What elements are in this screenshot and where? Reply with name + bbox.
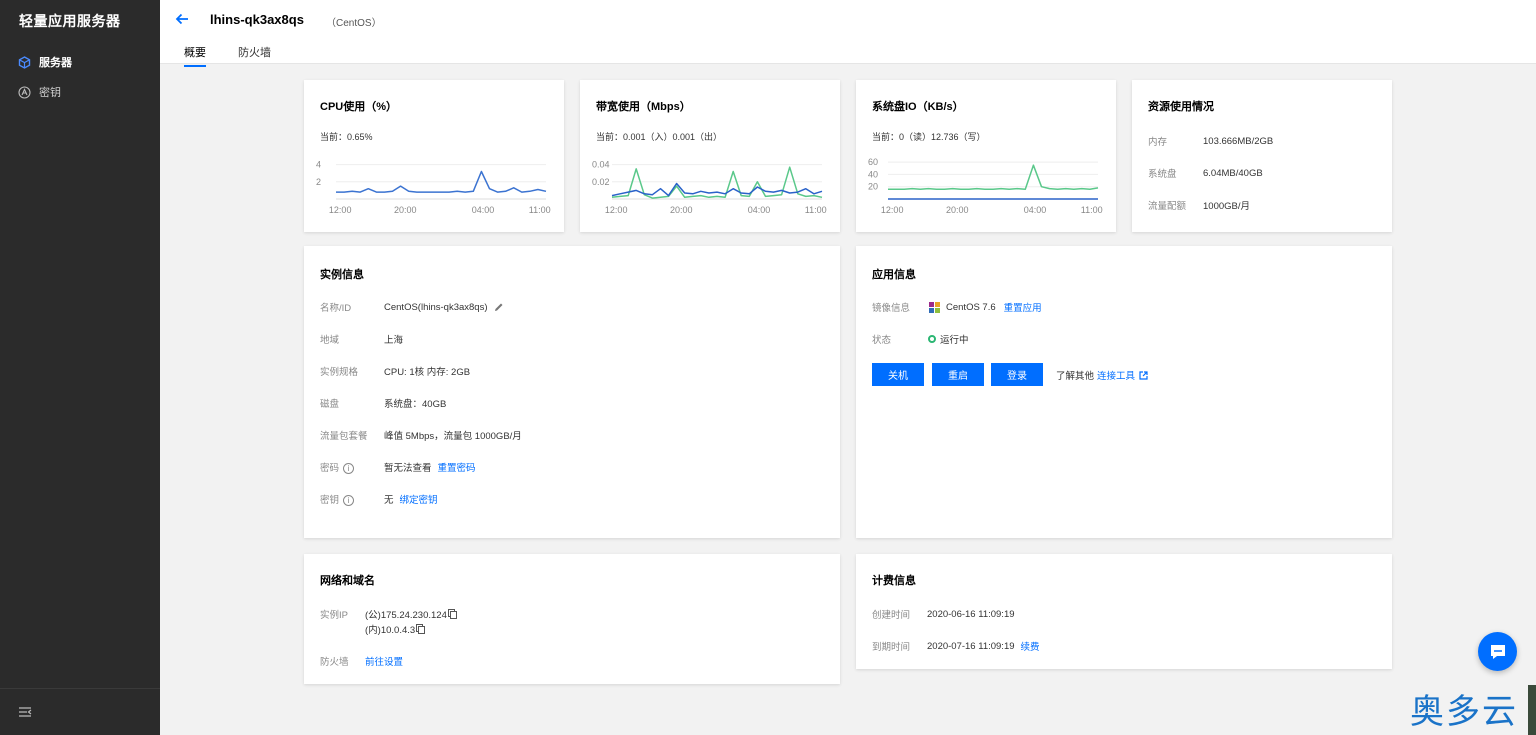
firewall-settings-link[interactable]: 前往设置	[365, 654, 403, 668]
app-row-image: 镜像信息 CentOS 7.6 重置应用	[872, 300, 1042, 314]
x-tick-label: 12:00	[881, 205, 904, 215]
diskio-line-chart: 60 40 20 12:00 20:00 04:00 11:00	[868, 157, 1103, 215]
x-tick-label: 04:00	[1024, 205, 1047, 215]
y-tick-label: 2	[316, 177, 321, 187]
sidebar-item-label: 密钥	[39, 87, 61, 99]
x-tick-label: 11:00	[805, 205, 827, 215]
x-tick-label: 12:00	[605, 205, 628, 215]
chat-bubble-icon	[1489, 643, 1507, 661]
reset-app-link[interactable]: 重置应用	[1004, 300, 1042, 314]
x-tick-label: 20:00	[394, 205, 417, 215]
x-tick-label: 20:00	[670, 205, 693, 215]
x-tick-label: 12:00	[329, 205, 352, 215]
key-icon	[18, 85, 31, 99]
shutdown-button[interactable]: 关机	[872, 363, 924, 386]
connect-tools-link[interactable]: 连接工具	[1097, 368, 1135, 382]
instance-info-card: 实例信息 名称/ID CentOS(lhins-qk3ax8qs) 地域 上海 实例…	[304, 246, 840, 538]
disk-io-card: 系统盘IO（KB/s） 当前：0（读）12.736（写） 60 40 20 12:00…	[856, 80, 1116, 232]
copy-icon[interactable]	[416, 624, 426, 634]
series-line-1	[611, 182, 823, 197]
restart-button[interactable]: 重启	[932, 363, 984, 386]
tab-overview[interactable]: 概要	[184, 44, 206, 67]
cpu-current: 当前：0.65%	[320, 132, 373, 142]
network-row-firewall: 防火墙 前往设置	[320, 654, 403, 668]
back-arrow-icon[interactable]	[174, 11, 190, 27]
sidebar-item-servers[interactable]: 服务器	[18, 53, 72, 71]
watermark-logo: 奥多云	[1410, 692, 1518, 732]
centos-logo-icon	[928, 301, 941, 314]
status-running-icon	[928, 335, 936, 343]
reset-password-link[interactable]: 重置密码	[438, 460, 476, 474]
resource-usage-card: 资源使用情况 内存 103.666MB/2GB 系统盘 6.04MB/40GB 流量…	[1132, 80, 1392, 232]
instance-os-label: （CentOS）	[326, 18, 382, 29]
x-tick-label: 11:00	[529, 205, 551, 215]
network-card-title: 网络和域名	[320, 575, 375, 587]
collapse-menu-icon[interactable]	[18, 705, 32, 719]
connect-tools: 了解其他 连接工具	[1056, 368, 1148, 382]
y-tick-label: 40	[868, 169, 878, 179]
app-row-status: 状态 运行中	[872, 332, 969, 346]
cpu-usage-card: CPU使用（%） 当前：0.65% 4 2 12:00 20:00 04:00 11:00	[304, 80, 564, 232]
sidebar-item-label: 服务器	[39, 57, 72, 69]
instance-row-password: 密码 i 暂无法查看 重置密码	[320, 460, 476, 474]
instance-row-disk: 磁盘 系统盘：40GB	[320, 399, 447, 410]
app-card-title: 应用信息	[872, 269, 916, 281]
bind-key-link[interactable]: 绑定密钥	[400, 492, 438, 506]
billing-row-created: 创建时间 2020-06-16 11:09:19	[872, 608, 1015, 622]
sidebar: 轻量应用服务器 服务器 密钥	[0, 0, 160, 735]
window-edge-decoration	[1528, 685, 1536, 735]
copy-icon[interactable]	[447, 609, 457, 619]
sidebar-item-keys[interactable]: 密钥	[18, 83, 61, 101]
diskio-current: 当前：0（读）12.736（写）	[872, 132, 986, 142]
billing-card-title: 计费信息	[872, 575, 916, 587]
resource-card-title: 资源使用情况	[1148, 101, 1214, 113]
instance-row-name: 名称/ID CentOS(lhins-qk3ax8qs)	[320, 300, 504, 314]
resource-row-disk: 系统盘 6.04MB/40GB	[1148, 167, 1263, 181]
app-info-card: 应用信息 镜像信息 CentOS 7.6 重置应用 状态 运行中 关机 重启 登…	[856, 246, 1392, 538]
bandwidth-card-title: 带宽使用（Mbps）	[596, 101, 691, 113]
x-tick-label: 11:00	[1081, 205, 1103, 215]
bandwidth-usage-card: 带宽使用（Mbps） 当前：0.001（入）0.001（出） 0.04 0.02 1…	[580, 80, 840, 232]
status-badge: 运行中	[940, 335, 969, 346]
diskio-card-title: 系统盘IO（KB/s）	[872, 101, 964, 113]
billing-row-expire: 到期时间 2020-07-16 11:09:19 续费	[872, 639, 1040, 654]
info-icon[interactable]: i	[343, 495, 355, 506]
y-tick-label: 20	[868, 182, 878, 192]
external-link-icon[interactable]	[1139, 370, 1148, 380]
x-tick-label: 20:00	[946, 205, 969, 215]
cube-icon	[18, 55, 31, 69]
bandwidth-current: 当前：0.001（入）0.001（出）	[596, 132, 723, 142]
sidebar-divider	[0, 688, 160, 689]
brand-title: 轻量应用服务器	[19, 13, 121, 29]
resource-row-traffic: 流量配额 1000GB/月	[1148, 201, 1250, 212]
y-tick-label: 0.04	[592, 160, 610, 170]
instance-row-key: 密钥 i 无 绑定密钥	[320, 492, 438, 506]
login-button[interactable]: 登录	[991, 363, 1043, 386]
instance-row-spec: 实例规格 CPU: 1核 内存: 2GB	[320, 367, 471, 378]
page-header: lhins-qk3ax8qs （CentOS） 概要 防火墙	[160, 0, 1536, 67]
network-row-public-ip: 实例IP (公)175.24.230.124	[320, 607, 457, 621]
resource-row-memory: 内存 103.666MB/2GB	[1148, 135, 1274, 149]
renew-link[interactable]: 续费	[1021, 639, 1040, 653]
cpu-card-title: CPU使用（%）	[320, 101, 398, 113]
page-title: lhins-qk3ax8qs	[210, 12, 304, 27]
series-line-0	[888, 164, 1099, 190]
x-tick-label: 04:00	[748, 205, 771, 215]
y-tick-label: 0.02	[592, 177, 610, 187]
bandwidth-line-chart: 0.04 0.02 12:00 20:00 04:00 11:00	[592, 160, 827, 215]
info-icon[interactable]: i	[343, 463, 355, 474]
edit-pencil-icon[interactable]	[494, 302, 504, 312]
y-tick-label: 4	[316, 160, 321, 170]
instance-row-region: 地域 上海	[320, 335, 404, 346]
chat-support-button[interactable]	[1478, 632, 1517, 671]
tab-firewall[interactable]: 防火墙	[238, 44, 271, 65]
network-row-private-ip: (内)10.0.4.3	[365, 622, 426, 636]
instance-row-traffic-plan: 流量包套餐 峰值 5Mbps，流量包 1000GB/月	[320, 431, 522, 442]
network-domain-card: 网络和域名 实例IP (公)175.24.230.124 (内)10.0.4.3…	[304, 554, 840, 684]
instance-card-title: 实例信息	[320, 269, 364, 281]
cpu-line-chart: 4 2 12:00 20:00 04:00 11:00	[316, 160, 551, 215]
x-tick-label: 04:00	[472, 205, 495, 215]
billing-info-card: 计费信息 创建时间 2020-06-16 11:09:19 到期时间 2020-07…	[856, 554, 1392, 669]
y-tick-label: 60	[868, 157, 878, 167]
